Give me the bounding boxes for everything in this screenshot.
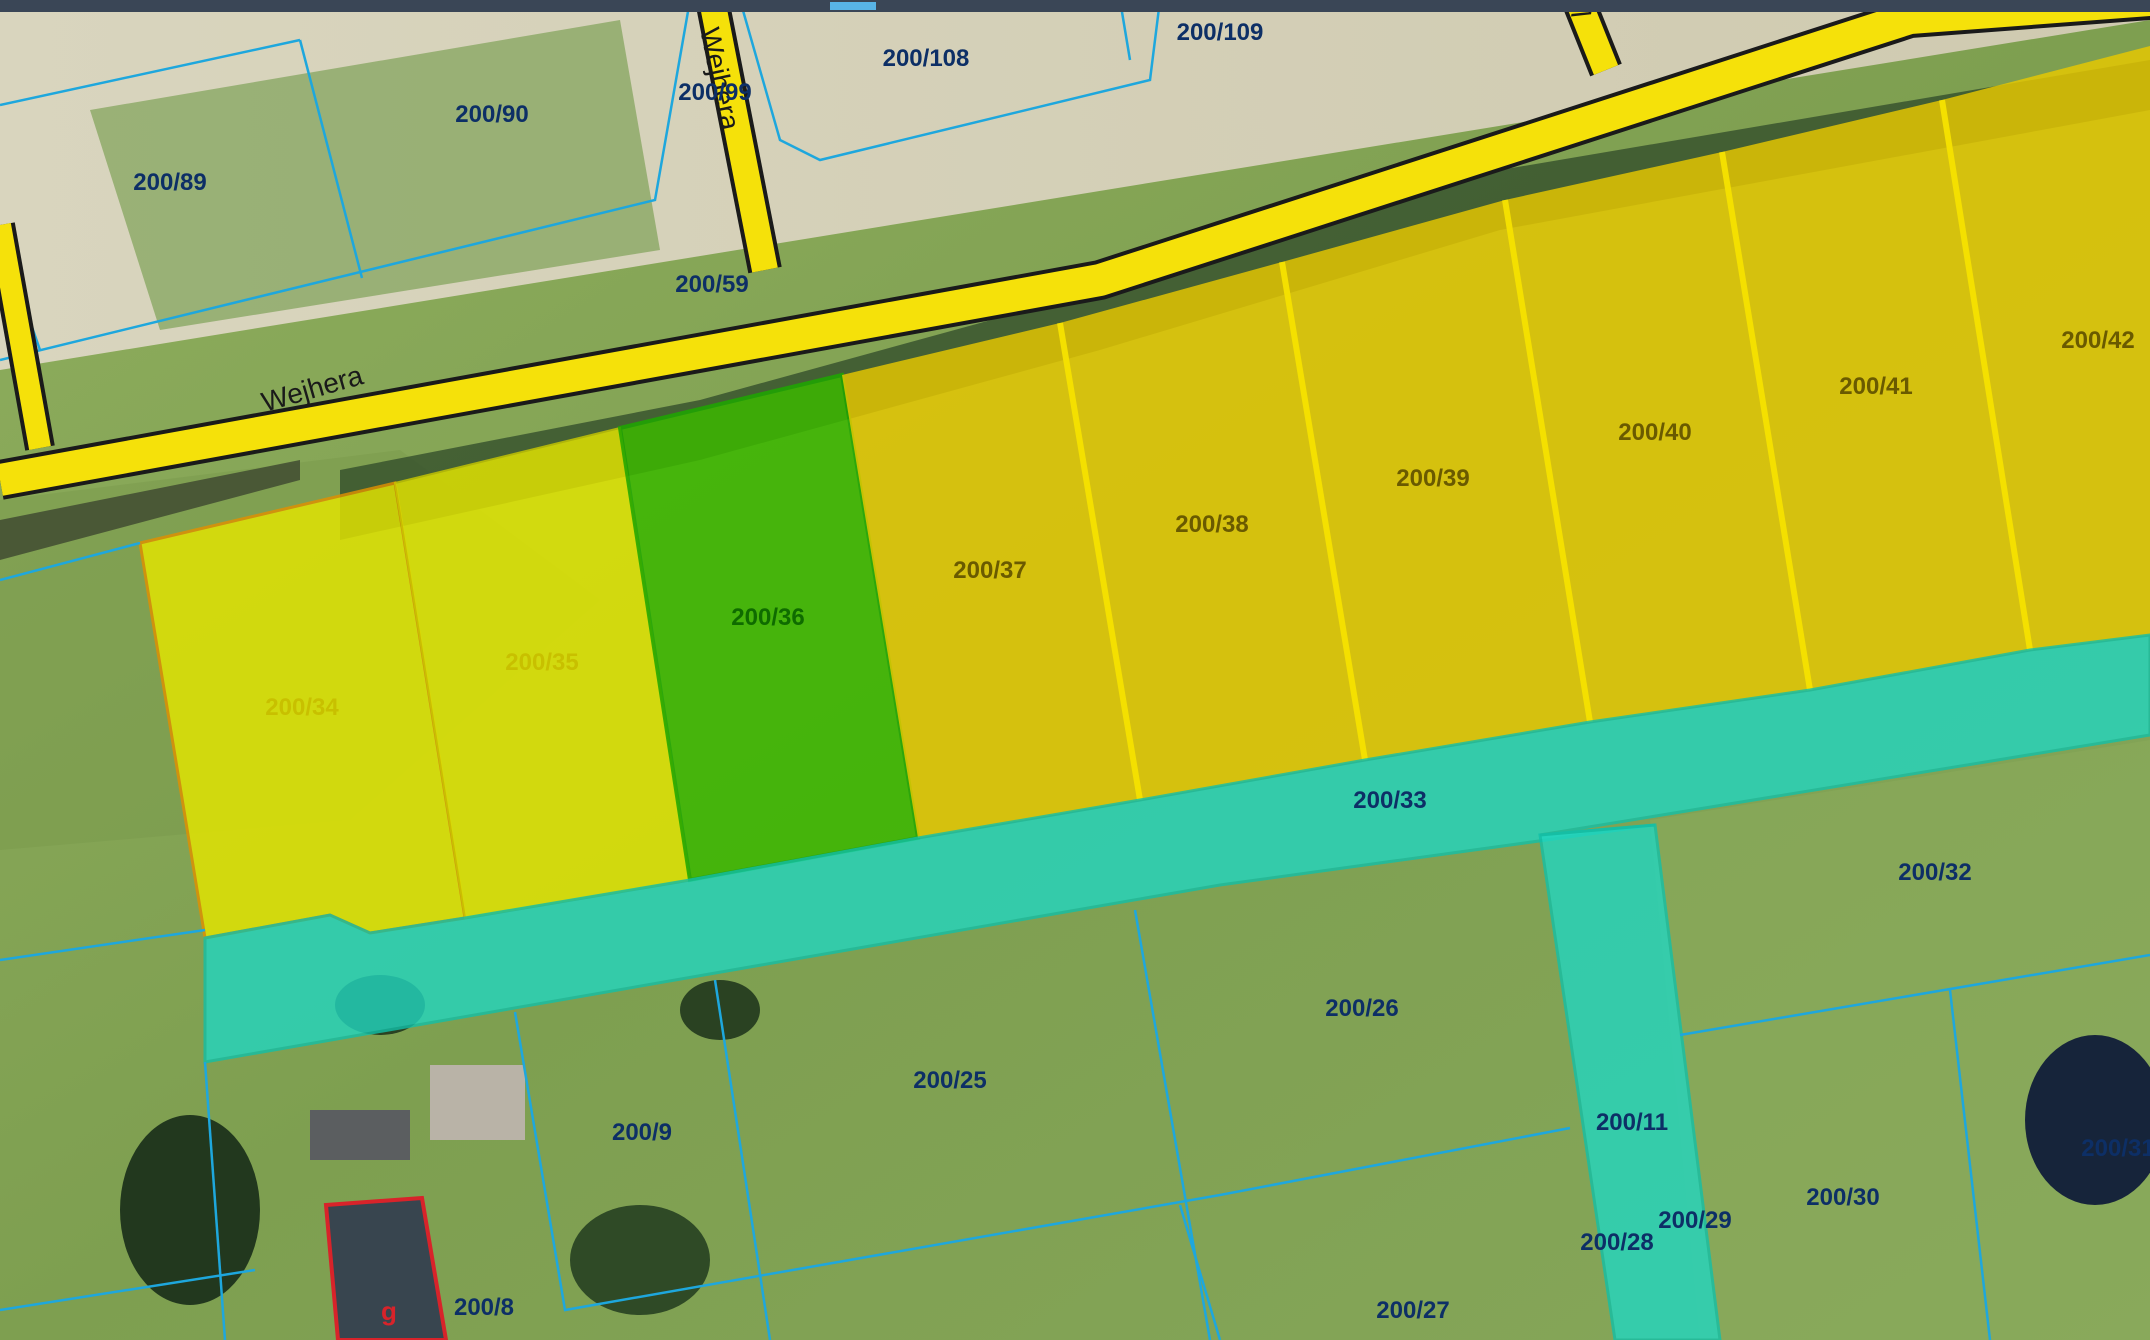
parcel-label: 200/25 (913, 1067, 986, 1094)
tree (570, 1205, 710, 1315)
building-marker-label: g (381, 1296, 397, 1326)
parcel-label: 200/8 (454, 1294, 514, 1321)
parcel-label: 200/30 (1806, 1184, 1879, 1211)
toolbar-edge (0, 0, 2150, 12)
tree (120, 1115, 260, 1305)
map-viewport[interactable]: Wejhera Wejhera Wejhera 200/89 200/90 20… (0, 0, 2150, 1340)
parcel-label: 200/40 (1618, 419, 1691, 446)
building (310, 1110, 410, 1160)
parcel-label: 200/28 (1580, 1229, 1653, 1256)
parcel-label: 200/31 (2081, 1135, 2150, 1162)
parcel-label: 200/29 (1658, 1207, 1731, 1234)
parcel-label: 200/59 (675, 271, 748, 298)
cadastral-map[interactable]: Wejhera Wejhera Wejhera 200/89 200/90 20… (0, 0, 2150, 1340)
toolbar-icon[interactable] (830, 2, 876, 10)
parcel-label: 200/34 (265, 694, 339, 721)
building (430, 1065, 525, 1140)
parcel-label: 200/38 (1175, 511, 1248, 538)
parcel-label: 200/108 (883, 45, 970, 72)
parcel-label: 200/33 (1353, 787, 1426, 814)
parcel-label: 200/42 (2061, 327, 2134, 354)
parcel-label: 200/9 (612, 1119, 672, 1146)
parcel-label: 200/39 (1396, 465, 1469, 492)
parcel-label: 200/27 (1376, 1297, 1449, 1324)
parcel-label: 200/26 (1325, 995, 1398, 1022)
parcel-label: 200/36 (731, 604, 804, 631)
parcel-label: 200/11 (1596, 1109, 1668, 1136)
parcel-label: 200/37 (953, 557, 1026, 584)
parcel-label: 200/109 (1177, 19, 1264, 46)
parcel-label: 200/35 (505, 649, 578, 676)
parcel-label: 200/90 (455, 101, 528, 128)
parcel-label: 200/89 (133, 169, 206, 196)
parcel-label: 200/32 (1898, 859, 1971, 886)
parcel-label: 200/99 (678, 79, 751, 106)
parcel-label: 200/41 (1839, 373, 1912, 400)
